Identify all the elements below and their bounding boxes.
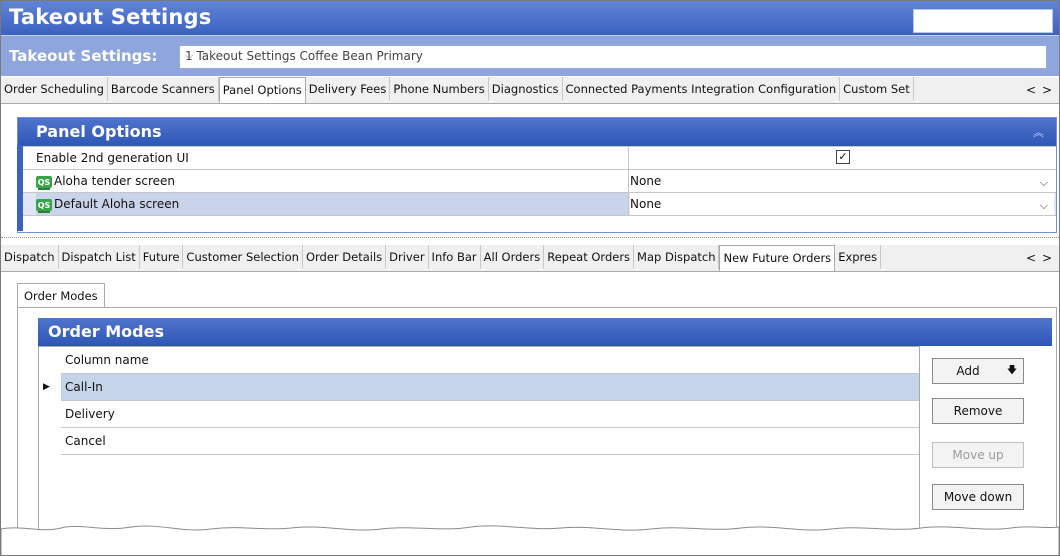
chevron-right-icon[interactable]: > bbox=[1042, 251, 1058, 265]
list-item-label: Call-In bbox=[65, 380, 103, 394]
property-label-with-icon: QS Aloha tender screen bbox=[36, 170, 629, 192]
tab-phone-numbers[interactable]: Phone Numbers bbox=[390, 77, 489, 101]
panel-left-accent bbox=[17, 145, 23, 231]
collapse-icon[interactable]: ︽ bbox=[1033, 124, 1044, 140]
svg-text:QS: QS bbox=[38, 178, 51, 187]
property-label-with-icon: QS Default Aloha screen bbox=[36, 193, 629, 215]
window-title: Takeout Settings bbox=[9, 5, 212, 29]
tab-scroll-arrows: <> bbox=[1025, 77, 1059, 103]
dropdown-value: None bbox=[630, 197, 662, 211]
row-pointer-icon: ▶ bbox=[43, 382, 50, 392]
dropdown-value: None bbox=[630, 174, 662, 188]
tab-expres[interactable]: Expres bbox=[835, 245, 882, 269]
settings-selector-dropdown[interactable]: 1 Takeout Settings Coffee Bean Primary ⌵ bbox=[179, 45, 1047, 69]
tab-barcode-scanners[interactable]: Barcode Scanners bbox=[108, 77, 219, 101]
list-item[interactable]: Call-In bbox=[61, 374, 919, 401]
tab-all-orders[interactable]: All Orders bbox=[481, 245, 545, 269]
enable-2nd-gen-ui-checkbox[interactable]: ✓ bbox=[836, 150, 850, 164]
chevron-left-icon[interactable]: < bbox=[1026, 83, 1042, 97]
property-row-aloha-tender-screen: QS Aloha tender screen None ⌵ bbox=[18, 169, 1056, 192]
settings-selector-label: Takeout Settings: bbox=[9, 47, 158, 65]
panel-options-title: Panel Options bbox=[36, 122, 162, 141]
default-aloha-screen-dropdown[interactable]: None ⌵ bbox=[630, 193, 1054, 215]
list-item[interactable]: Cancel bbox=[61, 428, 919, 455]
tab-repeat-orders[interactable]: Repeat Orders bbox=[544, 245, 635, 269]
order-modes-panel: Order Modes Column name Call-In ▶ Delive… bbox=[17, 307, 1057, 555]
remove-button[interactable]: Remove bbox=[932, 398, 1024, 424]
add-button-label: Add bbox=[956, 364, 980, 378]
property-value[interactable]: ✓ bbox=[630, 147, 1054, 169]
dropdown-arrow-icon[interactable]: 🡇 bbox=[1005, 363, 1019, 379]
panel-options-group: Panel Options ︽ Enable 2nd generation UI… bbox=[17, 117, 1057, 233]
column-header[interactable]: Column name bbox=[61, 347, 919, 374]
order-modes-title: Order Modes bbox=[48, 322, 164, 341]
tab-delivery-fees[interactable]: Delivery Fees bbox=[306, 77, 391, 101]
chevron-left-icon[interactable]: < bbox=[1026, 251, 1042, 265]
tab-panel-options[interactable]: Panel Options bbox=[218, 77, 306, 103]
list-item-label: Cancel bbox=[65, 434, 106, 448]
qs-icon: QS bbox=[36, 175, 52, 190]
tab-future[interactable]: Future bbox=[140, 245, 184, 269]
property-row-enable-2nd-gen-ui: Enable 2nd generation UI ✓ bbox=[18, 146, 1056, 169]
add-button[interactable]: Add 🡇 bbox=[932, 358, 1024, 384]
order-modes-header: Order Modes bbox=[38, 318, 1052, 346]
tab-scroll-arrows: <> bbox=[1025, 245, 1059, 271]
chevron-down-icon: ⌵ bbox=[1039, 176, 1048, 189]
inner-tab-strip: Order Modes bbox=[17, 283, 105, 308]
move-up-button[interactable]: Move up bbox=[932, 442, 1024, 468]
move-down-button[interactable]: Move down bbox=[932, 484, 1024, 510]
tab-customer-selection[interactable]: Customer Selection bbox=[183, 245, 303, 269]
list-item[interactable]: Delivery bbox=[61, 401, 919, 428]
tab-order-modes[interactable]: Order Modes bbox=[17, 283, 105, 308]
tab-map-dispatch[interactable]: Map Dispatch bbox=[634, 245, 720, 269]
column-header-label: Column name bbox=[65, 353, 149, 367]
torn-edge bbox=[1, 525, 1059, 555]
property-row-default-aloha-screen: QS Default Aloha screen None ⌵ bbox=[18, 192, 1056, 215]
tab-info-bar[interactable]: Info Bar bbox=[429, 245, 481, 269]
chevron-down-icon: ⌵ bbox=[185, 49, 194, 62]
list-item-label: Delivery bbox=[65, 407, 115, 421]
tab-dispatch[interactable]: Dispatch bbox=[1, 245, 59, 269]
svg-text:QS: QS bbox=[38, 201, 51, 210]
property-label-text: Aloha tender screen bbox=[54, 174, 175, 188]
aloha-tender-screen-dropdown[interactable]: None ⌵ bbox=[630, 170, 1054, 192]
tab-driver[interactable]: Driver bbox=[386, 245, 429, 269]
sub-tab-strip: Dispatch Dispatch List Future Customer Sele… bbox=[1, 245, 1059, 272]
top-tab-strip: Order Scheduling Barcode Scanners Panel Op… bbox=[1, 77, 1059, 104]
takeout-settings-window: Takeout Settings Takeout Settings: 1 Tak… bbox=[0, 0, 1060, 556]
property-label-text: Default Aloha screen bbox=[54, 197, 180, 211]
title-bar: Takeout Settings bbox=[1, 1, 1059, 35]
tab-custom-set[interactable]: Custom Set bbox=[840, 77, 914, 101]
tab-diagnostics[interactable]: Diagnostics bbox=[489, 77, 563, 101]
panel-options-header[interactable]: Panel Options ︽ bbox=[18, 118, 1056, 146]
section-divider bbox=[1, 237, 1059, 240]
tab-order-scheduling[interactable]: Order Scheduling bbox=[1, 77, 108, 101]
tab-dispatch-list[interactable]: Dispatch List bbox=[59, 245, 140, 269]
settings-selector-row: Takeout Settings: 1 Takeout Settings Cof… bbox=[1, 35, 1059, 76]
qs-icon: QS bbox=[36, 198, 52, 213]
title-search-box[interactable] bbox=[913, 9, 1053, 33]
chevron-down-icon: ⌵ bbox=[1039, 199, 1048, 212]
tab-order-details[interactable]: Order Details bbox=[303, 245, 387, 269]
chevron-right-icon[interactable]: > bbox=[1042, 83, 1058, 97]
property-label: Enable 2nd generation UI bbox=[36, 147, 629, 169]
tab-new-future-orders[interactable]: New Future Orders bbox=[719, 245, 836, 271]
property-row-empty bbox=[18, 215, 1056, 232]
tab-connected-payments[interactable]: Connected Payments Integration Configura… bbox=[563, 77, 841, 101]
